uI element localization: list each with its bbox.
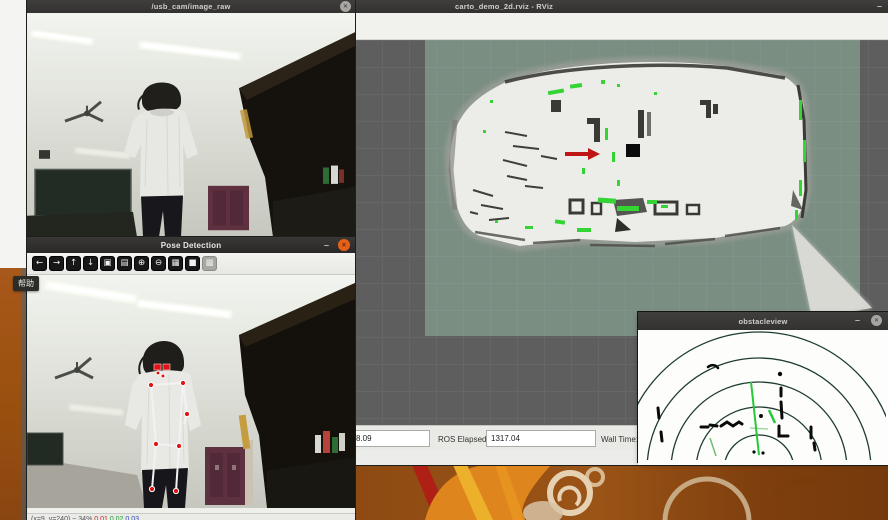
ros-time-field[interactable]: 8.09 <box>351 430 430 447</box>
usb-cam-title: /usb_cam/image_raw <box>151 2 230 11</box>
cursor-position-text: (x=9, y=240) ~ 34% <box>31 516 92 520</box>
pan-up-icon[interactable]: ↑ <box>66 256 81 271</box>
properties-icon[interactable]: ▩ <box>202 256 217 271</box>
foreground-shadow <box>27 212 137 237</box>
minimize-icon[interactable]: – <box>855 315 860 325</box>
minimize-icon[interactable]: – <box>324 240 329 250</box>
minimize-icon[interactable]: – <box>877 1 882 11</box>
rviz-titlebar[interactable]: carto_demo_2d.rviz - RViz – <box>355 0 888 13</box>
pan-right-icon[interactable]: → <box>49 256 64 271</box>
pan-down-icon[interactable]: ↓ <box>83 256 98 271</box>
wallpaper-art <box>355 465 888 520</box>
door <box>208 186 249 230</box>
desktop-left-strip <box>0 268 27 520</box>
wall-strip <box>245 440 253 505</box>
rviz-toolbar <box>355 13 888 40</box>
b-value: 0.03 <box>125 516 139 520</box>
r-value: 0.01 <box>94 516 108 520</box>
obstacleview-title: obstacleview <box>738 317 787 326</box>
pose-detection-window: Pose Detection – ✕ ← → ↑ ↓ ▣ ▤ ⊕ ⊖ ▦ ■ ▩ <box>27 237 355 520</box>
pose-titlebar[interactable]: Pose Detection – ✕ <box>27 237 355 253</box>
obstacleview-window: obstacleview – ✕ <box>638 312 888 462</box>
wall-time-label: Wall Time: <box>601 435 638 444</box>
close-icon[interactable]: ✕ <box>340 1 351 12</box>
obstacleview-titlebar[interactable]: obstacleview – ✕ <box>638 312 888 330</box>
chalkboard <box>35 169 131 215</box>
opencv-statusbar: (x=9, y=240) ~ 34% 0.01 0.02 0.03 <box>27 513 355 520</box>
stop-icon[interactable]: ■ <box>185 256 200 271</box>
door <box>205 447 245 505</box>
save-image-icon[interactable]: ▦ <box>168 256 183 271</box>
usb-cam-window: /usb_cam/image_raw ✕ <box>27 0 355 237</box>
wall-box <box>39 150 50 159</box>
pan-left-icon[interactable]: ← <box>32 256 47 271</box>
robot-footprint <box>626 144 640 157</box>
background-window-edge <box>0 0 27 268</box>
pose-camera-feed <box>27 275 355 508</box>
camera-feed <box>27 13 355 237</box>
desktop-wallpaper <box>355 465 888 520</box>
close-icon[interactable]: ✕ <box>338 239 350 251</box>
zoom-region-icon[interactable]: ▣ <box>100 256 115 271</box>
opencv-toolbar: ← → ↑ ↓ ▣ ▤ ⊕ ⊖ ▦ ■ ▩ <box>27 253 355 275</box>
radar-plot <box>638 330 886 460</box>
ros-elapsed-field[interactable]: 1317.04 <box>486 430 596 447</box>
desktop: 帮助 carto_demo_2d.rviz - RViz – <box>0 0 888 520</box>
pose-title: Pose Detection <box>161 241 222 250</box>
help-tooltip: 帮助 <box>13 276 39 291</box>
zoom-reset-icon[interactable]: ▤ <box>117 256 132 271</box>
obstacle-radar-view[interactable] <box>638 330 888 465</box>
rviz-window-title: carto_demo_2d.rviz - RViz <box>455 2 553 11</box>
ros-elapsed-label: ROS Elapsed: <box>438 435 489 444</box>
close-icon[interactable]: ✕ <box>871 315 882 326</box>
zoom-in-icon[interactable]: ⊕ <box>134 256 149 271</box>
chalkboard <box>27 433 63 465</box>
g-value: 0.02 <box>110 516 124 520</box>
zoom-out-icon[interactable]: ⊖ <box>151 256 166 271</box>
usb-cam-titlebar[interactable]: /usb_cam/image_raw ✕ <box>27 0 355 13</box>
